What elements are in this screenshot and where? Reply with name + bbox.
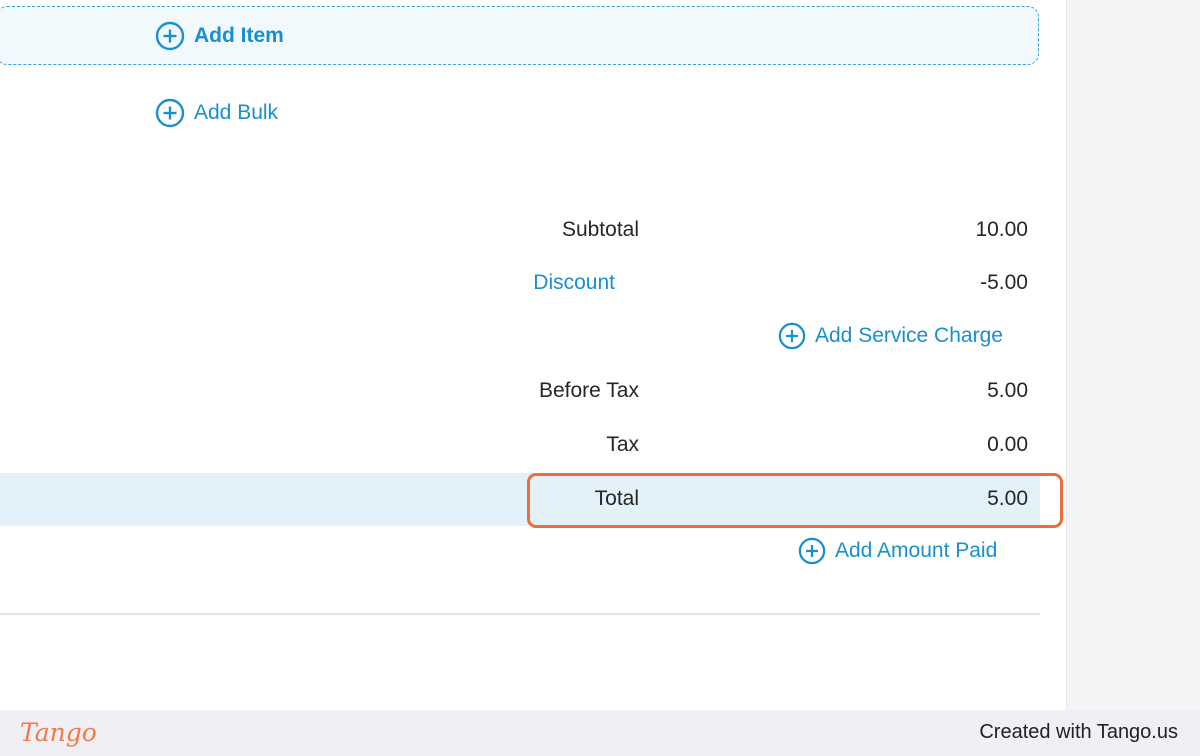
- add-item-button[interactable]: Add Item: [155, 21, 284, 51]
- add-amount-paid-button[interactable]: Add Amount Paid: [798, 537, 997, 565]
- plus-circle-icon: [778, 322, 806, 350]
- divider: [0, 613, 1040, 615]
- discount-value: -5.00: [980, 271, 1028, 294]
- total-highlight-box: [527, 473, 1063, 528]
- add-amount-paid-label: Add Amount Paid: [835, 539, 998, 562]
- add-item-label: Add Item: [194, 24, 284, 47]
- plus-circle-icon: [798, 537, 826, 565]
- tango-logo: Tango: [20, 718, 97, 747]
- add-service-charge-button[interactable]: Add Service Charge: [778, 322, 1003, 350]
- subtotal-row: Subtotal 10.00: [0, 204, 1040, 257]
- discount-row: Discount -5.00: [0, 257, 1040, 310]
- discount-link[interactable]: Discount: [533, 271, 615, 295]
- before-tax-row: Before Tax 5.00: [0, 365, 1040, 418]
- subtotal-value: 10.00: [975, 218, 1028, 241]
- before-tax-label: Before Tax: [538, 379, 639, 402]
- tango-footer: Tango Created with Tango.us: [0, 710, 1200, 756]
- plus-circle-icon: [155, 98, 185, 128]
- created-with-tango: Created with Tango.us: [979, 721, 1178, 743]
- subtotal-label: Subtotal: [561, 218, 639, 241]
- add-bulk-button[interactable]: Add Bulk: [155, 98, 278, 128]
- tax-value: 0.00: [987, 433, 1028, 456]
- invoice-panel: Add Item Add Bulk Subtotal 10.00 Discoun…: [0, 0, 1067, 710]
- tax-row: Tax 0.00: [0, 419, 1040, 472]
- plus-circle-icon: [155, 21, 185, 51]
- add-service-charge-label: Add Service Charge: [815, 324, 1003, 347]
- before-tax-value: 5.00: [987, 379, 1028, 402]
- tax-label: Tax: [606, 433, 639, 456]
- add-bulk-label: Add Bulk: [194, 101, 279, 124]
